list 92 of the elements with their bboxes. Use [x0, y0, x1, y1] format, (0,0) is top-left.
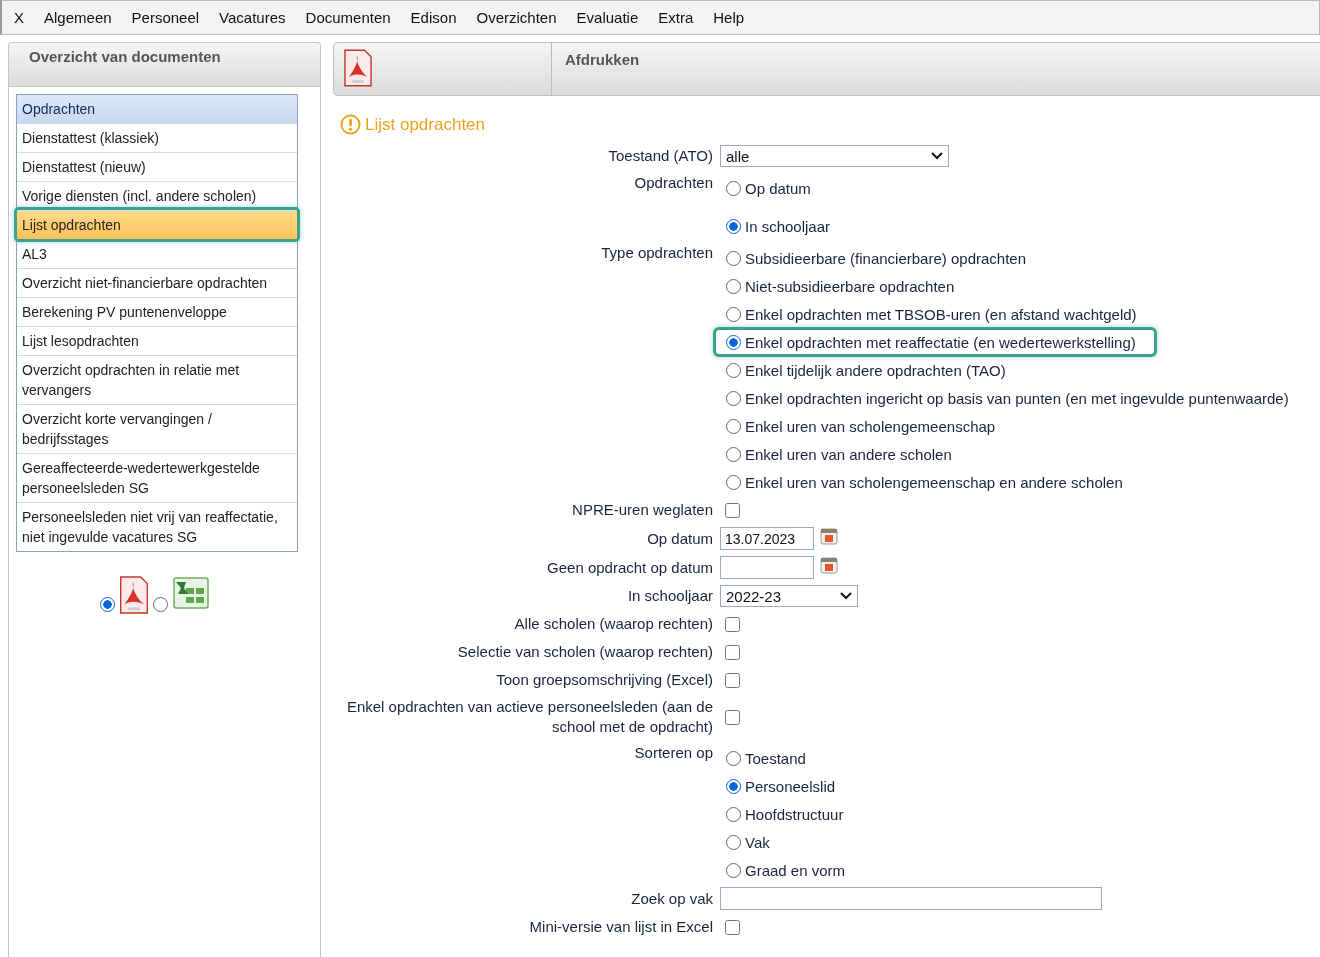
section-heading: Lijst opdrachten [365, 114, 486, 135]
calendar-icon[interactable] [820, 556, 838, 574]
option-label: Enkel uren van scholengemeenschap [745, 417, 996, 435]
checkbox[interactable] [725, 919, 740, 935]
checkbox[interactable] [725, 672, 740, 688]
sidebar-item[interactable]: AL3 [17, 239, 297, 268]
exclamation-icon [340, 114, 361, 135]
radio-button[interactable] [726, 334, 741, 350]
sidebar-item[interactable]: Overzicht niet-financierbare opdrachten [17, 268, 297, 297]
sidebar-item[interactable]: Dienstattest (nieuw) [17, 152, 297, 181]
date-field[interactable] [720, 556, 814, 579]
radio-button[interactable] [726, 362, 741, 378]
option-label: Hoofdstructuur [745, 805, 844, 823]
field-label: In schooljaar [627, 586, 713, 606]
sidebar-item[interactable]: Opdrachten [17, 95, 297, 123]
sidebar-item[interactable]: Gereaffecteerde-wedertewerkgestelde personeelsleden SG [17, 453, 297, 502]
option-label: Enkel opdrachten ingericht op basis van punten (en met ingevulde puntenwaarde) [745, 389, 1289, 407]
field-label: Type opdrachten [601, 243, 713, 263]
option-label: Vak [745, 833, 770, 851]
radio-button[interactable] [726, 474, 741, 490]
sidebar-item[interactable]: Overzicht korte vervangingen / bedrijfsstages [17, 404, 297, 453]
checkbox[interactable] [725, 502, 740, 518]
menu-item[interactable]: Algemeen [44, 9, 112, 26]
option-label: Personeelslid [745, 777, 836, 795]
dropdown[interactable]: alle [720, 145, 949, 167]
option-label: Enkel uren van andere scholen [745, 445, 952, 463]
field-label: Geen opdracht op datum [547, 557, 713, 578]
sidebar-item[interactable]: Personeelsleden niet vrij van reaffectatie, niet ingevulde vacatures SG [17, 502, 297, 551]
radio-button[interactable] [726, 306, 741, 322]
checkbox[interactable] [725, 644, 740, 660]
menu-item[interactable]: Overzichten [476, 9, 557, 26]
radio-button[interactable] [726, 834, 741, 850]
checkbox[interactable] [725, 709, 740, 725]
radio-button[interactable] [726, 446, 741, 462]
menu-item[interactable]: Personeel [131, 9, 200, 26]
sidebar-item[interactable]: Dienstattest (klassiek) [17, 123, 297, 152]
radio-button[interactable] [726, 180, 741, 196]
radio-button[interactable] [726, 218, 741, 234]
option-label: In schooljaar [745, 217, 831, 235]
radio-button[interactable] [726, 278, 741, 294]
radio-button[interactable] [726, 862, 741, 878]
option-label: Enkel opdrachten met TBSOB-uren (en afstand wachtgeld) [745, 305, 1137, 323]
radio-button[interactable] [99, 597, 115, 612]
field-label: Toon groepsomschrijving (Excel) [496, 670, 713, 690]
option-label: Enkel opdrachten met reaffectatie (en wedertewerkstelling) [745, 333, 1136, 351]
menu-item[interactable]: Documenten [305, 9, 391, 26]
menu-item[interactable]: Extra [658, 9, 694, 26]
sidebar-item[interactable]: Overzicht opdrachten in relatie met vervangers [17, 355, 297, 404]
field-label: Op datum [647, 528, 713, 549]
option-label: Enkel uren van scholengemeenschap en andere scholen [745, 473, 1123, 491]
radio-button[interactable] [726, 418, 741, 434]
option-label: Niet-subsidieerbare opdrachten [745, 277, 955, 295]
checkbox[interactable] [725, 616, 740, 632]
option-label: Op datum [745, 179, 811, 197]
chevron-down-icon [840, 592, 852, 600]
radio-button[interactable] [726, 250, 741, 266]
radio-button[interactable] [726, 778, 741, 794]
menu-item[interactable]: Evaluatie [576, 9, 639, 26]
dropdown[interactable]: 2022-23 [720, 585, 858, 607]
option-label: Subsidieerbare (financierbare) opdrachten [745, 249, 1026, 267]
calendar-icon[interactable] [820, 527, 838, 545]
field-label: Selectie van scholen (waarop rechten) [457, 642, 713, 662]
text-field[interactable] [720, 887, 1102, 910]
menu-item[interactable]: Vacatures [219, 9, 286, 26]
pdf-file-icon [118, 576, 149, 614]
pdf-file-icon[interactable] [344, 49, 372, 87]
sidebar-item[interactable]: Lijst opdrachten [17, 210, 297, 239]
field-label: Toestand (ATO) [608, 146, 713, 166]
date-field[interactable]: 13.07.2023 [720, 527, 814, 550]
field-label: Opdrachten [634, 173, 713, 193]
radio-button[interactable] [152, 597, 168, 612]
option-label: Enkel tijdelijk andere opdrachten (TAO) [745, 361, 1006, 379]
field-label: NPRE-uren weglaten [572, 500, 713, 520]
field-label: Alle scholen (waarop rechten) [514, 614, 713, 634]
spreadsheet-icon [171, 576, 210, 610]
menu-item[interactable]: Help [713, 9, 745, 26]
sidebar-title: Overzicht van documenten [29, 48, 221, 65]
radio-button[interactable] [726, 750, 741, 766]
radio-button[interactable] [726, 390, 741, 406]
option-label: Toestand [745, 749, 806, 767]
sidebar-item[interactable]: Berekening PV puntenenveloppe [17, 297, 297, 326]
chevron-down-icon [931, 152, 943, 160]
field-label: Enkel opdrachten van actieve personeelsleden (aan de school met de opdracht) [345, 697, 713, 737]
option-label: Graad en vorm [745, 861, 846, 879]
field-label: Sorteren op [634, 743, 713, 763]
panel-title: Afdrukken [565, 51, 640, 68]
sidebar-item[interactable]: Lijst lesopdrachten [17, 326, 297, 355]
field-label: Mini-versie van lijst in Excel [529, 917, 713, 937]
field-label: Zoek op vak [631, 888, 713, 909]
menu-item[interactable]: Edison [410, 9, 457, 26]
radio-button[interactable] [726, 806, 741, 822]
menu-item[interactable]: X [14, 9, 24, 26]
